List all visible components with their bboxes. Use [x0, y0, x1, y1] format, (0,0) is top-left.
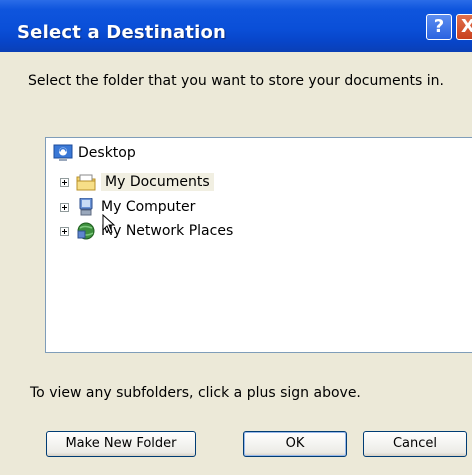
tree-item-label: My Network Places [101, 223, 234, 239]
tree-item-my-network-places[interactable]: My Network Places [60, 220, 233, 242]
subfolder-hint: To view any subfolders, click a plus sig… [30, 385, 361, 401]
tree-item-desktop[interactable]: Desktop [53, 142, 136, 164]
instruction-text: Select the folder that you want to store… [28, 73, 444, 89]
title-bar[interactable]: Select a Destination ? X [0, 0, 472, 52]
expand-icon[interactable] [60, 177, 69, 187]
folder-icon [76, 174, 96, 191]
help-button[interactable]: ? [426, 14, 452, 40]
expand-icon[interactable] [60, 202, 69, 212]
close-button[interactable]: X [456, 14, 472, 40]
expand-icon[interactable] [60, 226, 69, 236]
network-icon [77, 222, 95, 240]
window-title: Select a Destination [17, 22, 227, 43]
ok-button[interactable]: OK [243, 431, 347, 457]
mouse-pointer-icon [102, 214, 116, 234]
tree-item-my-computer[interactable]: My Computer [60, 196, 195, 218]
computer-icon [79, 198, 93, 216]
make-new-folder-button[interactable]: Make New Folder [46, 431, 196, 457]
tree-item-label: My Documents [101, 173, 214, 191]
tree-item-my-documents[interactable]: My Documents [60, 171, 214, 193]
cancel-button[interactable]: Cancel [363, 431, 467, 457]
folder-tree[interactable]: Desktop My Documents My Computer My Netw… [45, 137, 472, 353]
tree-item-label: Desktop [78, 145, 136, 161]
desktop-icon [53, 144, 73, 161]
tree-item-label: My Computer [101, 199, 196, 215]
